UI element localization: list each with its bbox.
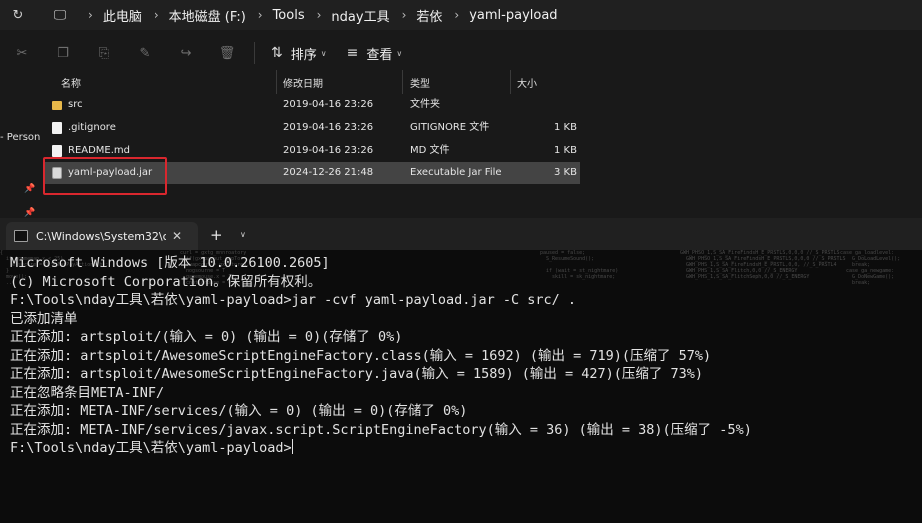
pin-icon[interactable]: 📌: [24, 208, 35, 218]
terminal-line: 正在添加: META-INF/services/(输入 = 0) (输出 = 0…: [10, 403, 468, 419]
chevron-right-icon: ›: [316, 8, 322, 22]
terminal-line: 正在添加: META-INF/services/javax.script.Scr…: [10, 421, 752, 438]
breadcrumb-item-this-pc[interactable]: 此电脑: [103, 6, 142, 25]
file-date: 2024-12-26 21:48: [283, 167, 374, 178]
file-date: 2019-04-16 23:26: [283, 145, 374, 156]
folder-icon: [52, 101, 62, 110]
file-list: 名称 修改日期 类型 大小 src 2019-04-16 23:26 文件夹 .…: [40, 70, 922, 220]
terminal-prompt-line[interactable]: F:\Tools\nday工具\若依\yaml-payload>: [10, 439, 920, 458]
breadcrumb-item-drive[interactable]: 本地磁盘 (F:): [169, 6, 246, 25]
command-bar: ✂ ❐ ⎘ ✎ ↪ 🗑 ⇅ 排序 ∨ ≡ 查看 ∨: [0, 36, 922, 70]
file-size: 3 KB: [554, 167, 577, 178]
highlight-box: [43, 157, 167, 195]
view-label: 查看: [366, 47, 393, 63]
file-row-gitignore[interactable]: .gitignore 2019-04-16 23:26 GITIGNORE 文件…: [44, 117, 580, 139]
column-divider[interactable]: [402, 70, 403, 94]
breadcrumb-item-nday[interactable]: nday工具: [331, 6, 389, 25]
file-date: 2019-04-16 23:26: [283, 122, 374, 133]
close-icon[interactable]: ✕: [172, 229, 182, 243]
terminal-line: 已添加清单: [10, 310, 78, 327]
pin-icon[interactable]: 📌: [24, 184, 35, 194]
file-type: 文件夹: [410, 99, 440, 110]
file-icon: [52, 122, 62, 134]
terminal-line: 正在添加: artsploit/(输入 = 0) (输出 = 0)(存储了 0%…: [10, 329, 403, 345]
terminal-tab-cmd[interactable]: C:\Windows\System32\cmd.exe ✕: [6, 222, 198, 250]
chevron-down-icon: ∨: [320, 48, 327, 58]
nav-item-personal[interactable]: - Person: [0, 132, 40, 143]
terminal-prompt: F:\Tools\nday工具\若依\yaml-payload>: [10, 440, 292, 456]
file-size: 1 KB: [554, 145, 577, 156]
breadcrumb: › 此电脑 › 本地磁盘 (F:) › Tools › nday工具 › 若依 …: [76, 6, 558, 25]
tab-title: C:\Windows\System32\cmd.exe: [36, 229, 166, 243]
sort-label: 排序: [290, 47, 317, 63]
file-icon: [52, 145, 62, 157]
terminal-tab-bar: C:\Windows\System32\cmd.exe ✕ + ∨: [0, 218, 922, 250]
terminal-line: 正在添加: artsploit/AwesomeScriptEngineFacto…: [10, 347, 712, 364]
paste-icon[interactable]: ⎘: [96, 45, 112, 61]
refresh-icon[interactable]: ↻: [8, 5, 28, 25]
view-icon: ≡: [346, 45, 359, 61]
terminal-line: 正在添加: artsploit/AwesomeScriptEngineFacto…: [10, 366, 704, 382]
cmd-icon: [14, 230, 28, 242]
sort-icon: ⇅: [271, 45, 283, 61]
rename-icon[interactable]: ✎: [137, 45, 153, 61]
share-icon[interactable]: ↪: [178, 45, 194, 61]
file-type: MD 文件: [410, 145, 450, 156]
sort-button[interactable]: ⇅ 排序 ∨: [271, 44, 327, 63]
this-pc-icon[interactable]: 🖵: [50, 5, 70, 25]
terminal-line: 正在忽略条目META-INF/: [10, 384, 165, 401]
terminal-line: F:\Tools\nday工具\若依\yaml-payload>jar -cvf…: [10, 292, 577, 308]
toolbar-divider: [254, 42, 255, 64]
terminal-output[interactable]: Microsoft Windows [版本 10.0.26100.2605] (…: [10, 254, 920, 458]
breadcrumb-item-yaml-payload[interactable]: yaml-payload: [469, 8, 557, 23]
breadcrumb-item-ruoyi[interactable]: 若依: [416, 6, 442, 25]
column-header-name[interactable]: 名称: [61, 70, 81, 94]
file-size: 1 KB: [554, 122, 577, 133]
text-cursor: [291, 439, 293, 454]
file-type: GITIGNORE 文件: [410, 122, 490, 133]
file-name: src: [68, 99, 83, 110]
column-divider[interactable]: [276, 70, 277, 94]
column-divider[interactable]: [510, 70, 511, 94]
chevron-right-icon: ›: [88, 8, 93, 22]
breadcrumb-item-tools[interactable]: Tools: [273, 8, 305, 23]
chevron-right-icon: ›: [153, 8, 159, 22]
column-header-size[interactable]: 大小: [517, 70, 537, 94]
cut-icon[interactable]: ✂: [14, 45, 30, 61]
file-type: Executable Jar File: [410, 167, 502, 178]
chevron-down-icon[interactable]: ∨: [240, 230, 246, 239]
terminal-window[interactable]: C:\Windows\System32\cmd.exe ✕ + ∨ { if (…: [0, 218, 922, 523]
column-header-type[interactable]: 类型: [410, 70, 430, 94]
file-explorer-window: ↻ 🖵 › 此电脑 › 本地磁盘 (F:) › Tools › nday工具 ›…: [0, 0, 922, 220]
chevron-right-icon: ›: [454, 8, 460, 22]
view-button[interactable]: ≡ 查看 ∨: [347, 44, 403, 63]
navigation-pane: - Person 📌 📌: [0, 70, 40, 220]
chevron-down-icon: ∨: [396, 48, 403, 58]
address-bar[interactable]: ↻ 🖵 › 此电脑 › 本地磁盘 (F:) › Tools › nday工具 ›…: [0, 0, 922, 30]
new-tab-icon[interactable]: +: [210, 226, 223, 244]
chevron-right-icon: ›: [257, 8, 263, 22]
terminal-line: (c) Microsoft Corporation。保留所有权利。: [10, 273, 322, 290]
chevron-right-icon: ›: [401, 8, 407, 22]
file-name: .gitignore: [68, 122, 116, 133]
terminal-line: Microsoft Windows [版本 10.0.26100.2605]: [10, 255, 330, 271]
column-header-date[interactable]: 修改日期: [283, 70, 323, 94]
copy-icon[interactable]: ❐: [55, 45, 71, 61]
delete-icon[interactable]: 🗑: [219, 45, 236, 61]
file-date: 2019-04-16 23:26: [283, 99, 374, 110]
file-row-src[interactable]: src 2019-04-16 23:26 文件夹: [44, 94, 580, 116]
